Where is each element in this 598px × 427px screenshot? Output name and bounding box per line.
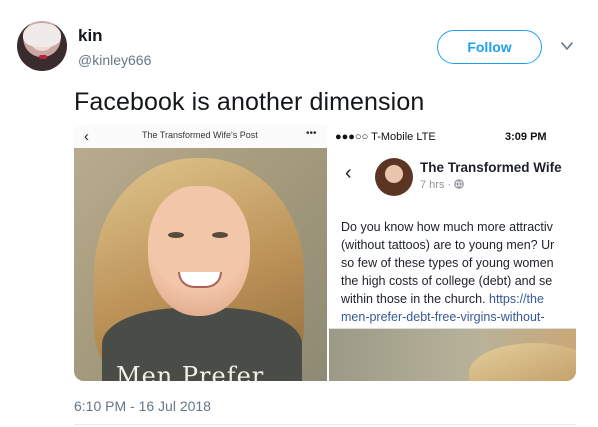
post-age: 7 hrs · bbox=[420, 179, 455, 191]
post-link-start: https://the bbox=[489, 292, 544, 306]
user-handle[interactable]: @kinley666 bbox=[78, 52, 151, 68]
photo-overlay-text: Men Prefer bbox=[116, 362, 265, 381]
portrait-smile bbox=[178, 272, 222, 288]
post-line: the high costs of college (debt) and se bbox=[341, 274, 553, 288]
more-icon: ••• bbox=[306, 128, 317, 139]
divider bbox=[74, 424, 576, 425]
portrait-photo: Men Prefer bbox=[74, 148, 327, 381]
post-line: Do you know how much more attractiv bbox=[341, 220, 553, 234]
user-avatar[interactable] bbox=[17, 21, 67, 71]
globe-icon bbox=[454, 179, 465, 189]
avatar-hair bbox=[23, 23, 61, 47]
media-image-right[interactable]: ●●●○○ T-Mobile LTE 3:09 PM ‹ The Transfo… bbox=[329, 124, 576, 381]
media-image-left[interactable]: ‹ The Transformed Wife's Post ••• Men Pr… bbox=[74, 124, 327, 381]
user-display-name[interactable]: kin bbox=[78, 26, 103, 46]
phone-status-bar: ●●●○○ T-Mobile LTE 3:09 PM bbox=[329, 124, 576, 148]
portrait-face bbox=[148, 186, 250, 316]
page-name: The Transformed Wife bbox=[420, 160, 562, 175]
avatar-lips bbox=[39, 55, 47, 59]
post-link-end: men-prefer-debt-free-virgins-without- bbox=[341, 310, 545, 324]
fb-post-header: ‹ The Transformed Wife 7 hrs · bbox=[329, 152, 576, 202]
fb-photo-hair bbox=[469, 343, 576, 381]
portrait-eye-left bbox=[168, 232, 184, 238]
follow-button[interactable]: Follow bbox=[437, 30, 542, 64]
post-meta: 7 hrs · bbox=[420, 179, 465, 191]
left-shot-title: The Transformed Wife's Post bbox=[142, 130, 258, 140]
portrait-eye-right bbox=[212, 232, 228, 238]
left-shot-header: ‹ The Transformed Wife's Post ••• bbox=[74, 124, 327, 148]
back-icon: ‹ bbox=[84, 128, 89, 145]
tweet-timestamp[interactable]: 6:10 PM - 16 Jul 2018 bbox=[74, 398, 211, 414]
back-icon: ‹ bbox=[345, 162, 352, 184]
page-avatar bbox=[375, 158, 413, 196]
post-line-text: within those in the church. bbox=[341, 292, 489, 306]
tweet-media[interactable]: ‹ The Transformed Wife's Post ••• Men Pr… bbox=[74, 124, 576, 381]
post-line: so few of these types of young women bbox=[341, 256, 554, 270]
carrier-label: ●●●○○ T-Mobile LTE bbox=[335, 131, 436, 143]
post-line: within those in the church. https://the bbox=[341, 290, 576, 308]
tweet-text: Facebook is another dimension bbox=[74, 88, 425, 116]
chevron-down-icon[interactable] bbox=[559, 38, 575, 54]
fb-post-body: Do you know how much more attractiv (wit… bbox=[341, 218, 576, 326]
status-time: 3:09 PM bbox=[505, 131, 547, 143]
fb-post-photo bbox=[329, 328, 576, 381]
post-line: (without tattoos) are to young men? Ur bbox=[341, 238, 555, 252]
